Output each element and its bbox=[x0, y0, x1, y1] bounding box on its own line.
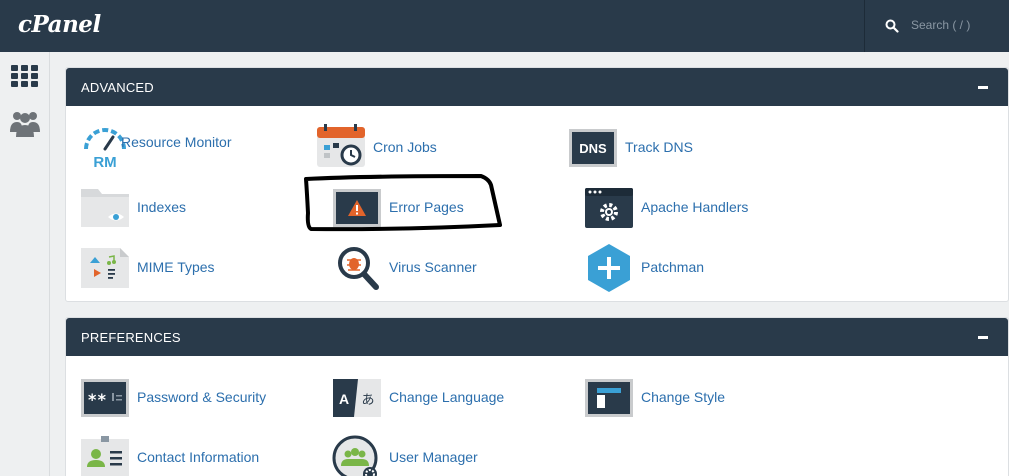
item-label: Resource Monitor bbox=[121, 134, 232, 150]
password-icon-text: ** bbox=[87, 390, 106, 409]
mime-types-link[interactable]: MIME Types bbox=[80, 243, 280, 293]
search-box[interactable]: Search ( / ) bbox=[864, 0, 1009, 52]
item-label: Virus Scanner bbox=[389, 259, 477, 275]
resource-monitor-link[interactable]: RM Resource Monitor bbox=[80, 123, 280, 173]
password-icon: ** bbox=[81, 379, 129, 417]
item-label: Password & Security bbox=[137, 389, 267, 405]
apache-handlers-link[interactable]: Apache Handlers bbox=[584, 183, 784, 233]
virus-scanner-icon bbox=[338, 247, 379, 290]
item-label: Change Style bbox=[641, 389, 726, 405]
section-header[interactable]: PREFERENCES bbox=[66, 318, 1008, 356]
item-label: Patchman bbox=[641, 259, 705, 275]
change-language-icon: A あ bbox=[333, 379, 381, 417]
apache-handlers-icon bbox=[585, 188, 633, 228]
collapse-icon[interactable] bbox=[978, 86, 988, 89]
section-title: ADVANCED bbox=[81, 80, 154, 95]
password-security-link[interactable]: ** Password & Security bbox=[80, 373, 280, 423]
item-label: User Manager bbox=[389, 449, 478, 465]
sidebar bbox=[0, 52, 50, 476]
contact-information-link[interactable]: Contact Information bbox=[80, 433, 280, 476]
error-pages-link[interactable]: Error Pages bbox=[332, 183, 532, 233]
cron-jobs-link[interactable]: Cron Jobs bbox=[316, 123, 516, 173]
collapse-icon[interactable] bbox=[978, 336, 988, 339]
item-label: MIME Types bbox=[137, 259, 215, 275]
virus-scanner-link[interactable]: Virus Scanner bbox=[332, 243, 532, 293]
error-pages-icon bbox=[333, 189, 381, 227]
patchman-link[interactable]: Patchman bbox=[584, 243, 784, 293]
item-label: Contact Information bbox=[137, 449, 260, 465]
search-input[interactable]: Search ( / ) bbox=[911, 18, 970, 32]
cron-jobs-icon bbox=[317, 124, 365, 167]
cpanel-logo[interactable]: cPanel bbox=[18, 11, 101, 38]
rm-icon-text: RM bbox=[93, 154, 116, 171]
change-style-icon bbox=[585, 379, 633, 417]
item-label: Indexes bbox=[137, 199, 187, 215]
search-icon bbox=[885, 19, 899, 33]
indexes-icon bbox=[81, 189, 129, 227]
change-style-link[interactable]: Change Style bbox=[584, 373, 784, 423]
main-content: ADVANCED RM Resource Monitor Cron Jobs D… bbox=[50, 52, 1009, 476]
indexes-link[interactable]: Indexes bbox=[80, 183, 280, 233]
section-header[interactable]: ADVANCED bbox=[66, 68, 1008, 106]
top-bar: cPanel Search ( / ) bbox=[0, 0, 1009, 52]
dns-icon-text: DNS bbox=[579, 141, 607, 156]
dns-icon: DNS bbox=[569, 129, 617, 167]
item-label: Track DNS bbox=[625, 139, 693, 155]
language-icon-text-b: あ bbox=[361, 393, 374, 408]
item-label: Error Pages bbox=[389, 199, 464, 215]
user-manager-icon bbox=[332, 435, 378, 476]
contact-info-icon bbox=[81, 436, 129, 476]
preferences-section: PREFERENCES ** Password & Security A あ C… bbox=[65, 317, 1009, 476]
mime-types-icon bbox=[81, 248, 129, 288]
users-icon[interactable] bbox=[10, 108, 40, 138]
change-language-link[interactable]: A あ Change Language bbox=[332, 373, 532, 423]
patchman-icon bbox=[588, 244, 630, 292]
language-icon-text-a: A bbox=[339, 391, 349, 407]
item-label: Apache Handlers bbox=[641, 199, 749, 215]
user-manager-link[interactable]: User Manager bbox=[332, 433, 532, 476]
item-label: Cron Jobs bbox=[373, 139, 437, 155]
track-dns-link[interactable]: DNS Track DNS bbox=[568, 123, 768, 173]
grid-icon[interactable] bbox=[10, 62, 40, 92]
section-title: PREFERENCES bbox=[81, 330, 181, 345]
advanced-section: ADVANCED RM Resource Monitor Cron Jobs D… bbox=[65, 67, 1009, 302]
item-label: Change Language bbox=[389, 389, 505, 405]
